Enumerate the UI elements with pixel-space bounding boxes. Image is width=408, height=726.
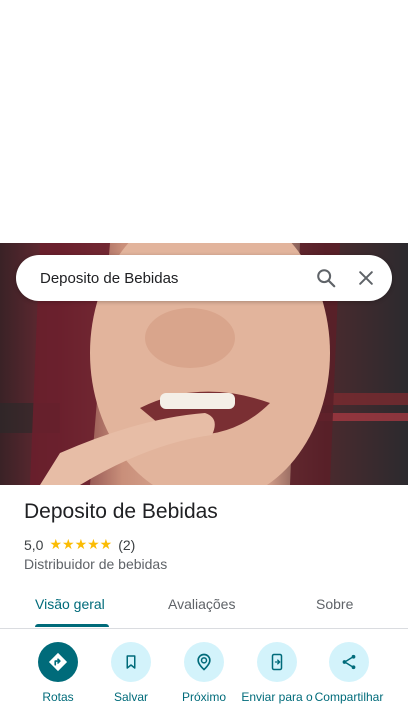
blank-area	[0, 0, 408, 243]
tab-reviews[interactable]: Avaliações	[168, 596, 235, 612]
directions-label: Rotas	[42, 690, 74, 704]
nearby-label: Próximo	[181, 690, 226, 704]
tab-about[interactable]: Sobre	[316, 596, 353, 612]
share-label: Compartilhar	[314, 690, 384, 704]
search-icon[interactable]	[306, 258, 346, 298]
rating-value: 5,0	[24, 536, 44, 553]
bookmark-icon	[111, 642, 151, 682]
nearby-icon	[184, 642, 224, 682]
active-tab-indicator	[35, 624, 109, 627]
send-to-phone-button[interactable]: Enviar para o	[241, 642, 313, 704]
nearby-button[interactable]: Próximo	[168, 642, 240, 704]
send-to-phone-label: Enviar para o	[241, 690, 313, 704]
place-category[interactable]: Distribuidor de bebidas	[24, 556, 167, 572]
directions-icon	[38, 642, 78, 682]
search-bar[interactable]: Deposito de Bebidas	[16, 255, 392, 301]
save-button[interactable]: Salvar	[95, 642, 167, 704]
rating-stars-icon: ★★★★★	[49, 536, 113, 552]
tab-overview[interactable]: Visão geral	[35, 596, 105, 612]
review-count[interactable]: (2)	[118, 537, 135, 553]
save-label: Salvar	[113, 690, 148, 704]
rating-row[interactable]: 5,0 ★★★★★ (2)	[24, 536, 135, 553]
send-to-phone-icon	[257, 642, 297, 682]
share-button[interactable]: Compartilhar	[313, 642, 385, 704]
place-name: Deposito de Bebidas	[24, 500, 218, 523]
search-query[interactable]: Deposito de Bebidas	[40, 270, 306, 287]
share-icon	[329, 642, 369, 682]
close-icon[interactable]	[346, 258, 386, 298]
tab-bar: Visão geral Avaliações Sobre	[0, 586, 408, 629]
directions-button[interactable]: Rotas	[22, 642, 94, 704]
